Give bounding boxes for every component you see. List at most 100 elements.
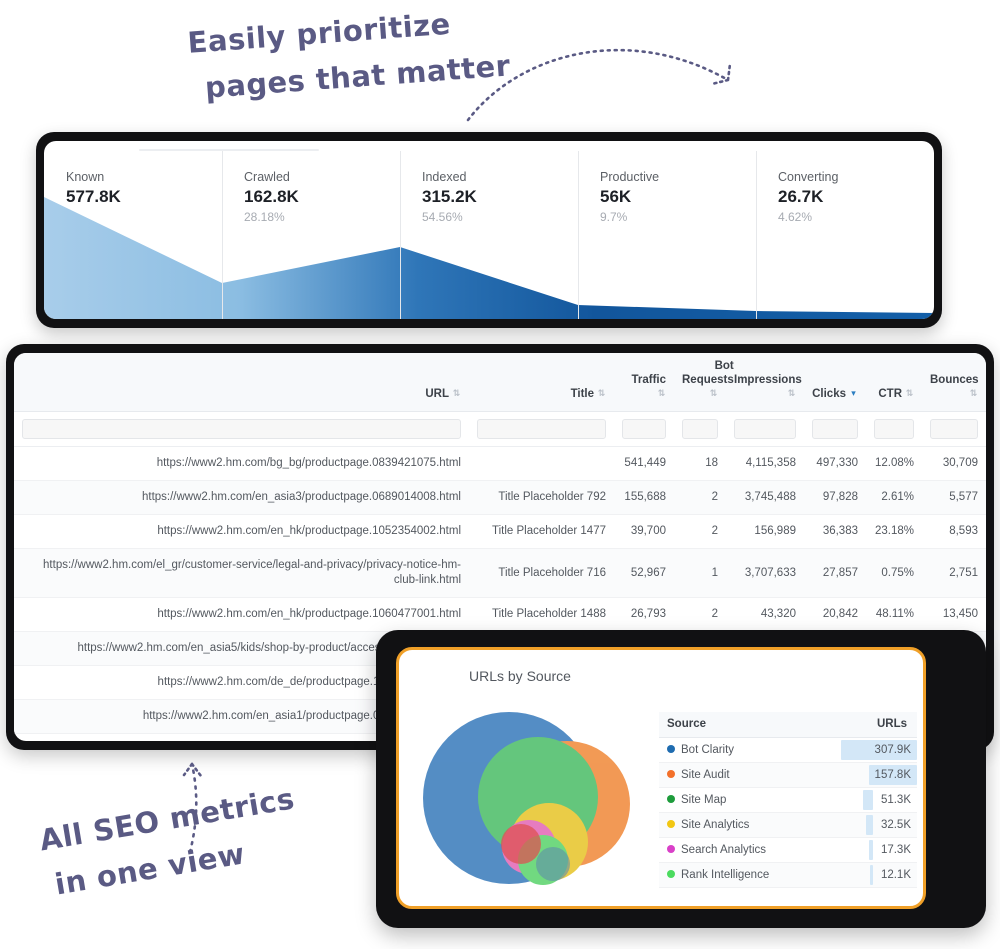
filter-input-bot-requests[interactable] [682, 419, 718, 439]
column-header-ctr[interactable]: CTR ⇅ [866, 353, 922, 412]
cell-ctr: 23.18% [866, 514, 922, 549]
legend-value-bar [863, 790, 873, 810]
funnel-stage-indexed[interactable]: Indexed 315.2K 54.56% [400, 141, 578, 319]
cell-traffic: 26,793 [614, 597, 674, 632]
funnel-stage-label: Crawled [244, 170, 290, 184]
funnel-stage-value: 56K [600, 187, 632, 206]
filter-cell-clicks [804, 411, 866, 447]
cell-bounces: 13,450 [922, 597, 986, 632]
table-row[interactable]: https://www2.hm.com/en_hk/productpage.10… [14, 597, 986, 632]
column-header-title[interactable]: Title ⇅ [469, 353, 614, 412]
table-row[interactable]: https://www2.hm.com/el_gr/customer-servi… [14, 548, 986, 598]
sort-both-icon[interactable]: ⇅ [787, 389, 796, 398]
filter-input-ctr[interactable] [874, 419, 914, 439]
legend-header-source[interactable]: Source [659, 712, 819, 738]
cell-url: https://www2.hm.com/el_gr/customer-servi… [14, 548, 469, 598]
sort-both-icon[interactable]: ⇅ [597, 389, 606, 398]
filter-cell-traffic [614, 411, 674, 447]
legend-row[interactable]: Site Audit 157.8K [659, 762, 917, 788]
table-row[interactable]: https://www2.hm.com/en_hk/productpage.10… [14, 514, 986, 549]
legend-urls-cell: 12.1K [818, 862, 917, 888]
column-header-bot-requests[interactable]: Bot Requests ⇅ [674, 353, 734, 412]
cell-traffic: 52,967 [614, 548, 674, 598]
funnel-stage-value: 162.8K [244, 187, 299, 206]
legend-source-cell: Search Analytics [659, 837, 819, 863]
funnel-stage-label: Indexed [422, 170, 467, 184]
column-header-url[interactable]: URL ⇅ [14, 353, 469, 412]
legend-row[interactable]: Rank Intelligence 12.1K [659, 862, 917, 888]
cell-clicks: 497,330 [804, 446, 866, 481]
filter-input-clicks[interactable] [812, 419, 858, 439]
funnel-stage-known[interactable]: Known 577.8K [44, 141, 222, 319]
legend-row[interactable]: Site Map 51.3K [659, 787, 917, 813]
legend-row[interactable]: Search Analytics 17.3K [659, 837, 917, 863]
legend-urls-cell: 157.8K [818, 762, 917, 788]
source-card-frame: URLs by Source Source URLs Bot Clarity 3… [376, 630, 986, 928]
funnel-stage-converting[interactable]: Converting 26.7K 4.62% [756, 141, 934, 319]
cell-bounces: 2,751 [922, 548, 986, 598]
legend-source-cell: Bot Clarity [659, 737, 819, 763]
cell-url: https://www2.hm.com/en_asia3/productpage… [14, 480, 469, 515]
column-header-impressions[interactable]: Impressions ⇅ [726, 353, 804, 412]
column-label-bounces: Bounces [930, 374, 979, 386]
legend-urls-value: 17.3K [880, 844, 911, 856]
funnel-stage-label: Converting [778, 170, 839, 184]
sort-both-icon[interactable]: ⇅ [657, 389, 666, 398]
legend-source-label: Bot Clarity [681, 744, 735, 756]
legend-urls-value: 12.1K [880, 869, 911, 881]
venn-circle-overlap-a [501, 824, 541, 864]
funnel-stage-crawled[interactable]: Crawled 162.8K 28.18% [222, 141, 400, 319]
filter-input-url[interactable] [22, 419, 461, 439]
column-header-bounces[interactable]: Bounces ⇅ [922, 353, 986, 412]
legend-value-bar [869, 840, 873, 860]
sort-both-icon[interactable]: ⇅ [969, 389, 978, 398]
funnel-stage-label: Productive [600, 170, 660, 184]
cell-bot-requests: 2 [674, 480, 726, 515]
sort-descending-icon[interactable]: ▾ [849, 389, 858, 398]
sort-both-icon[interactable]: ⇅ [905, 389, 914, 398]
legend-urls-cell: 307.9K [818, 737, 917, 763]
cell-bot-requests: 2 [674, 514, 726, 549]
sort-both-icon[interactable]: ⇅ [452, 389, 461, 398]
column-header-traffic[interactable]: Traffic ⇅ [614, 353, 674, 412]
filter-cell-url [14, 411, 469, 447]
legend-header-urls[interactable]: URLs [818, 712, 917, 738]
legend-color-dot-icon [667, 795, 675, 803]
cell-ctr: 12.08% [866, 446, 922, 481]
filter-input-bounces[interactable] [930, 419, 978, 439]
column-label-traffic: Traffic [631, 374, 666, 386]
legend-source-label: Site Audit [681, 769, 730, 781]
cell-clicks: 36,383 [804, 514, 866, 549]
cell-title: Title Placeholder 1488 [469, 597, 614, 632]
cell-impressions: 43,320 [726, 597, 804, 632]
legend-urls-value: 157.8K [874, 769, 911, 781]
cell-bot-requests: 2 [674, 597, 726, 632]
cell-clicks: 27,857 [804, 548, 866, 598]
legend-source-label: Search Analytics [681, 844, 767, 856]
funnel-stage-value: 315.2K [422, 187, 477, 206]
legend-source-label: Rank Intelligence [681, 869, 770, 881]
filter-cell-bot-requests [674, 411, 726, 447]
venn-circle-overlap-b [536, 847, 570, 881]
filter-input-title[interactable] [477, 419, 606, 439]
filter-input-traffic[interactable] [622, 419, 666, 439]
sort-both-icon[interactable]: ⇅ [709, 389, 718, 398]
column-label-impressions: Impressions [734, 374, 802, 386]
filter-input-impressions[interactable] [734, 419, 796, 439]
table-row[interactable]: https://www2.hm.com/en_asia3/productpage… [14, 480, 986, 515]
legend-color-dot-icon [667, 820, 675, 828]
cell-ctr: 48.11% [866, 597, 922, 632]
table-row[interactable]: https://www2.hm.com/bg_bg/productpage.08… [14, 446, 986, 481]
cell-title: Title Placeholder 716 [469, 548, 614, 598]
cell-title [469, 446, 614, 481]
funnel-card-frame: Known 577.8K Crawled 162.8K 28.18% Index… [36, 132, 942, 328]
urls-by-source-card: URLs by Source Source URLs Bot Clarity 3… [396, 647, 926, 909]
legend-row[interactable]: Bot Clarity 307.9K [659, 737, 917, 763]
cell-ctr: 0.75% [866, 548, 922, 598]
column-header-clicks[interactable]: Clicks ▾ [804, 353, 866, 412]
legend-row[interactable]: Site Analytics 32.5K [659, 812, 917, 838]
funnel-stage-productive[interactable]: Productive 56K 9.7% [578, 141, 756, 319]
funnel-stage-value: 26.7K [778, 187, 824, 206]
legend-urls-value: 51.3K [880, 794, 911, 806]
column-label-ctr: CTR [878, 388, 902, 400]
